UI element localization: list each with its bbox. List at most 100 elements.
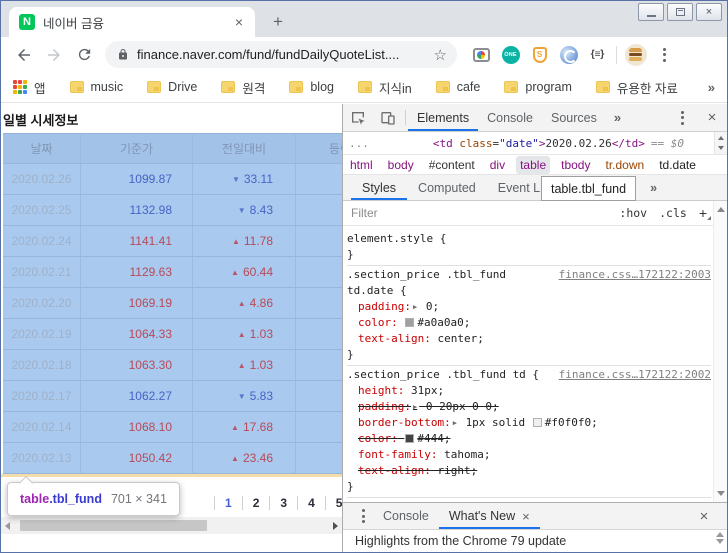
- url-text[interactable]: finance.naver.com/fund/fundDailyQuoteLis…: [137, 47, 428, 62]
- expand-shorthand-icon: ▶: [411, 303, 419, 311]
- device-toolbar-button[interactable]: [373, 104, 403, 131]
- new-style-rule-button[interactable]: +: [699, 205, 707, 221]
- extension-shield-icon[interactable]: S: [525, 41, 554, 69]
- drawer-menu-button[interactable]: [353, 503, 373, 529]
- element-dimensions: 701 × 341: [111, 492, 167, 506]
- lock-icon: [117, 48, 129, 61]
- tab-console[interactable]: Console: [478, 104, 542, 131]
- more-tabs-chevron[interactable]: »: [606, 104, 629, 131]
- new-tab-button[interactable]: +: [265, 9, 291, 35]
- profile-avatar[interactable]: [621, 41, 650, 69]
- scrollbar-thumb[interactable]: [20, 520, 207, 531]
- folder-icon: [289, 81, 303, 93]
- horizontal-scrollbar[interactable]: [1, 517, 342, 534]
- page-number-3[interactable]: 3: [269, 496, 297, 510]
- close-tab-icon[interactable]: ×: [522, 509, 530, 524]
- bookmark-star-icon[interactable]: ☆: [434, 46, 447, 64]
- tab-strip: N 네이버 금융 × + ×: [1, 1, 727, 37]
- forward-button[interactable]: [39, 41, 69, 69]
- css-rule-element-style[interactable]: element.style { }: [347, 230, 711, 266]
- color-swatch[interactable]: [533, 418, 542, 427]
- burger-avatar-icon: [625, 44, 647, 66]
- url-bar[interactable]: finance.naver.com/fund/fundDailyQuoteLis…: [105, 41, 457, 68]
- apps-shortcut[interactable]: 앱: [13, 78, 46, 97]
- scroll-left-arrow-icon[interactable]: [5, 522, 10, 530]
- folder-icon: [70, 81, 84, 93]
- breadcrumb-table[interactable]: table: [516, 156, 550, 174]
- col-header-price: 기준가: [81, 134, 193, 163]
- tab-sources[interactable]: Sources: [542, 104, 606, 131]
- back-button[interactable]: [9, 41, 39, 69]
- breadcrumb-body[interactable]: body: [388, 158, 414, 172]
- bookmark-folder[interactable]: 원격: [221, 78, 265, 97]
- bookmark-folder[interactable]: music: [70, 80, 124, 94]
- scroll-up-arrow-icon[interactable]: [717, 207, 725, 212]
- collapsed-nodes-ellipsis[interactable]: ...: [349, 137, 369, 150]
- close-window-button[interactable]: ×: [696, 3, 722, 21]
- page-number-4[interactable]: 4: [297, 496, 325, 510]
- tab-styles[interactable]: Styles: [351, 175, 407, 200]
- drawer-close-button[interactable]: ×: [689, 503, 719, 529]
- stylesheet-link[interactable]: finance.css…172122:1652: [559, 499, 711, 502]
- css-rule-td[interactable]: finance.css…172122:2002.section_price .t…: [347, 366, 711, 498]
- three-dots-icon: [663, 48, 666, 62]
- extension-swirl-icon[interactable]: [554, 41, 583, 69]
- devtools-close-button[interactable]: ×: [697, 104, 727, 131]
- element-highlight-tooltip: table.tbl_fund 701 × 341: [7, 482, 180, 516]
- stylesheet-link[interactable]: finance.css…172122:2003: [559, 267, 711, 283]
- pagination: 1 2 3 4 5: [214, 496, 342, 510]
- toggle-class[interactable]: .cls: [659, 206, 687, 220]
- css-rule-tbl-fund-td[interactable]: finance.css…172122:1652.tbl_fund td {: [347, 498, 711, 502]
- browser-tab[interactable]: N 네이버 금융 ×: [9, 7, 255, 37]
- table-row: 2020.02.251132.98▼8.43: [3, 195, 342, 226]
- bookmark-folder[interactable]: blog: [289, 80, 334, 94]
- color-swatch[interactable]: [405, 318, 414, 327]
- styles-filter-row: :hov .cls +: [343, 201, 727, 226]
- dom-tree-selected-node[interactable]: ... <td class="date">2020.02.26</td>== $…: [343, 132, 727, 154]
- bookmark-folder[interactable]: cafe: [436, 80, 481, 94]
- breadcrumb-html[interactable]: html: [350, 158, 373, 172]
- drawer-tab-console[interactable]: Console: [373, 503, 439, 529]
- bookmark-folder[interactable]: 유용한 자료: [596, 78, 678, 97]
- page-number-1[interactable]: 1: [214, 496, 242, 510]
- tab-close-icon[interactable]: ×: [231, 14, 247, 30]
- extension-one-icon[interactable]: ONE: [496, 41, 525, 69]
- maximize-button[interactable]: [667, 3, 693, 21]
- tab-computed[interactable]: Computed: [407, 175, 487, 200]
- scroll-down-arrow-icon[interactable]: [717, 491, 725, 496]
- chrome-menu-button[interactable]: [650, 41, 679, 69]
- inspect-element-button[interactable]: [343, 104, 373, 131]
- bookmark-folder[interactable]: 지식in: [358, 78, 412, 97]
- bookmark-folder[interactable]: Drive: [147, 80, 197, 94]
- bookmarks-overflow-chevron[interactable]: »: [708, 80, 715, 95]
- styles-scrollbar[interactable]: [713, 201, 727, 502]
- minimize-button[interactable]: [638, 3, 664, 21]
- drawer-tab-whats-new[interactable]: What's New×: [439, 503, 540, 529]
- extension-json-icon[interactable]: {≡}: [583, 41, 612, 69]
- styles-filter-input[interactable]: [343, 206, 619, 220]
- breadcrumb-content[interactable]: #content: [429, 158, 475, 172]
- web-page: 일별 시세정보 날짜 기준가 전일대비 등락률 2020.02.261099.8…: [1, 104, 342, 552]
- reload-button[interactable]: [69, 41, 99, 69]
- three-dots-icon: [362, 509, 365, 523]
- breadcrumb-tr-down[interactable]: tr.down: [605, 158, 644, 172]
- drawer-scrollbar[interactable]: [716, 532, 724, 544]
- page-number-2[interactable]: 2: [242, 496, 270, 510]
- page-number-5[interactable]: 5: [325, 496, 342, 510]
- breadcrumb-td-date[interactable]: td.date: [659, 158, 696, 172]
- breadcrumb-div[interactable]: div: [490, 158, 505, 172]
- color-swatch[interactable]: [405, 434, 414, 443]
- css-rule-td-date[interactable]: finance.css…172122:2003.section_price .t…: [347, 266, 711, 366]
- dom-scrollbar[interactable]: [714, 132, 727, 154]
- tab-elements[interactable]: Elements: [408, 104, 478, 131]
- scroll-right-arrow-icon[interactable]: [333, 522, 338, 530]
- devtools-menu-button[interactable]: [667, 104, 697, 131]
- whats-new-content: Highlights from the Chrome 79 update: [343, 530, 727, 552]
- more-sidebar-tabs-chevron[interactable]: »: [639, 175, 668, 200]
- dom-breadcrumbs: html body #content div table tbody tr.do…: [343, 154, 727, 175]
- toggle-hover-state[interactable]: :hov: [619, 206, 647, 220]
- bookmark-folder[interactable]: program: [504, 80, 572, 94]
- extension-photos-icon[interactable]: [467, 41, 496, 69]
- stylesheet-link[interactable]: finance.css…172122:2002: [559, 367, 711, 383]
- breadcrumb-tbody[interactable]: tbody: [561, 158, 590, 172]
